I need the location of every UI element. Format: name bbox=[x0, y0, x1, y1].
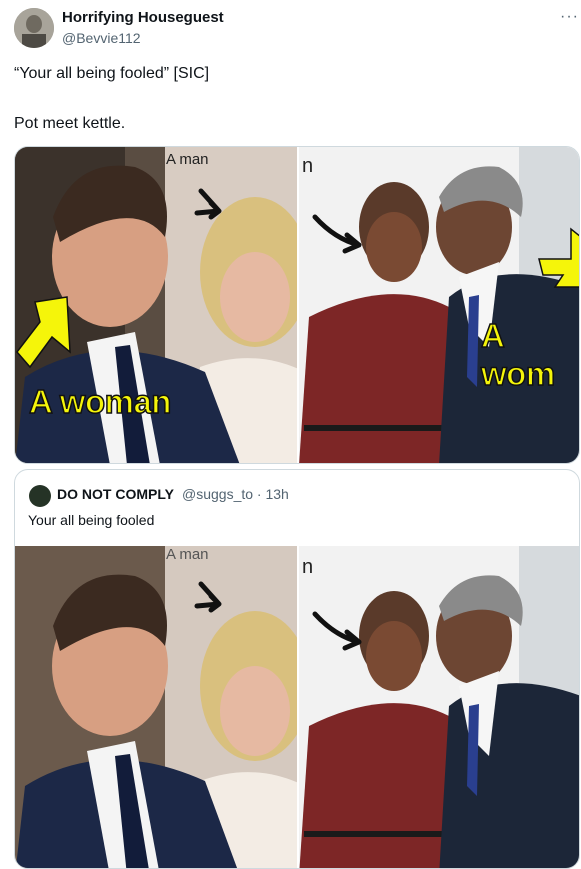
quoted-author-handle-time[interactable]: @suggs_to · 13h bbox=[182, 486, 289, 502]
label-a-woman-left: A woman bbox=[28, 382, 172, 421]
label-a-man-right-cut: n bbox=[302, 155, 314, 177]
yellow-arrow-icon bbox=[16, 296, 71, 369]
quoted-label-a-man: A man bbox=[166, 546, 209, 563]
label-a-woman-right: A wom bbox=[480, 316, 556, 393]
quoted-media[interactable]: A man n bbox=[15, 546, 579, 868]
quoted-author-display-name[interactable]: DO NOT COMPLY bbox=[57, 486, 174, 502]
author-handle[interactable]: @Bevvie112 bbox=[62, 30, 141, 46]
yellow-arrow-icon bbox=[538, 227, 579, 288]
quoted-tweet[interactable]: DO NOT COMPLY @suggs_to · 13h Your all b… bbox=[14, 469, 580, 869]
tweet-media[interactable]: A man A woman n A wom bbox=[14, 146, 580, 464]
label-a-man-left: A man bbox=[166, 151, 209, 168]
quoted-tweet-text: Your all being fooled bbox=[28, 512, 155, 528]
author-avatar[interactable] bbox=[14, 8, 54, 48]
more-dots-icon[interactable]: ··· bbox=[560, 8, 579, 26]
quoted-label-right-cut: n bbox=[302, 556, 314, 578]
tweet: Horrifying Houseguest @Bevvie112 ··· “Yo… bbox=[0, 0, 581, 869]
tweet-text-line-1: “Your all being fooled” [SIC] bbox=[14, 65, 210, 82]
quoted-author-avatar[interactable] bbox=[29, 485, 51, 507]
tweet-text-line-2: Pot meet kettle. bbox=[14, 115, 126, 132]
quoted-media-annotations bbox=[194, 581, 362, 651]
author-display-name[interactable]: Horrifying Houseguest bbox=[62, 9, 224, 26]
